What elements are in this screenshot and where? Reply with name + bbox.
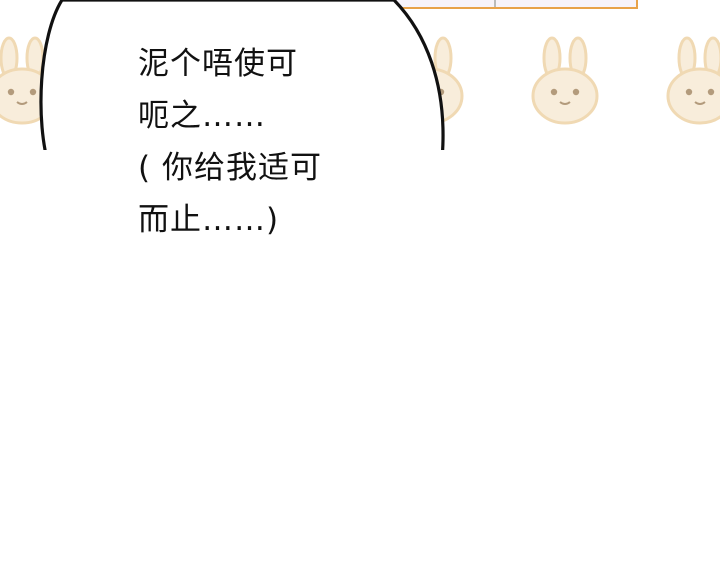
dialogue-line: 泥个唔使可 [138,46,298,82]
dialogue-line: 呃之…… [138,98,266,134]
comic-panel: 泥个唔使可 呃之…… ( 你给我适可 而止……) [0,0,720,562]
bunny-icon [666,36,720,125]
dialogue-line: ( 你给我适可 [138,150,322,186]
bubble-dialogue: 泥个唔使可 呃之…… ( 你给我适可 而止……) [138,38,408,246]
bunny-icon [531,36,599,125]
dialogue-line: 而止……) [138,202,280,238]
